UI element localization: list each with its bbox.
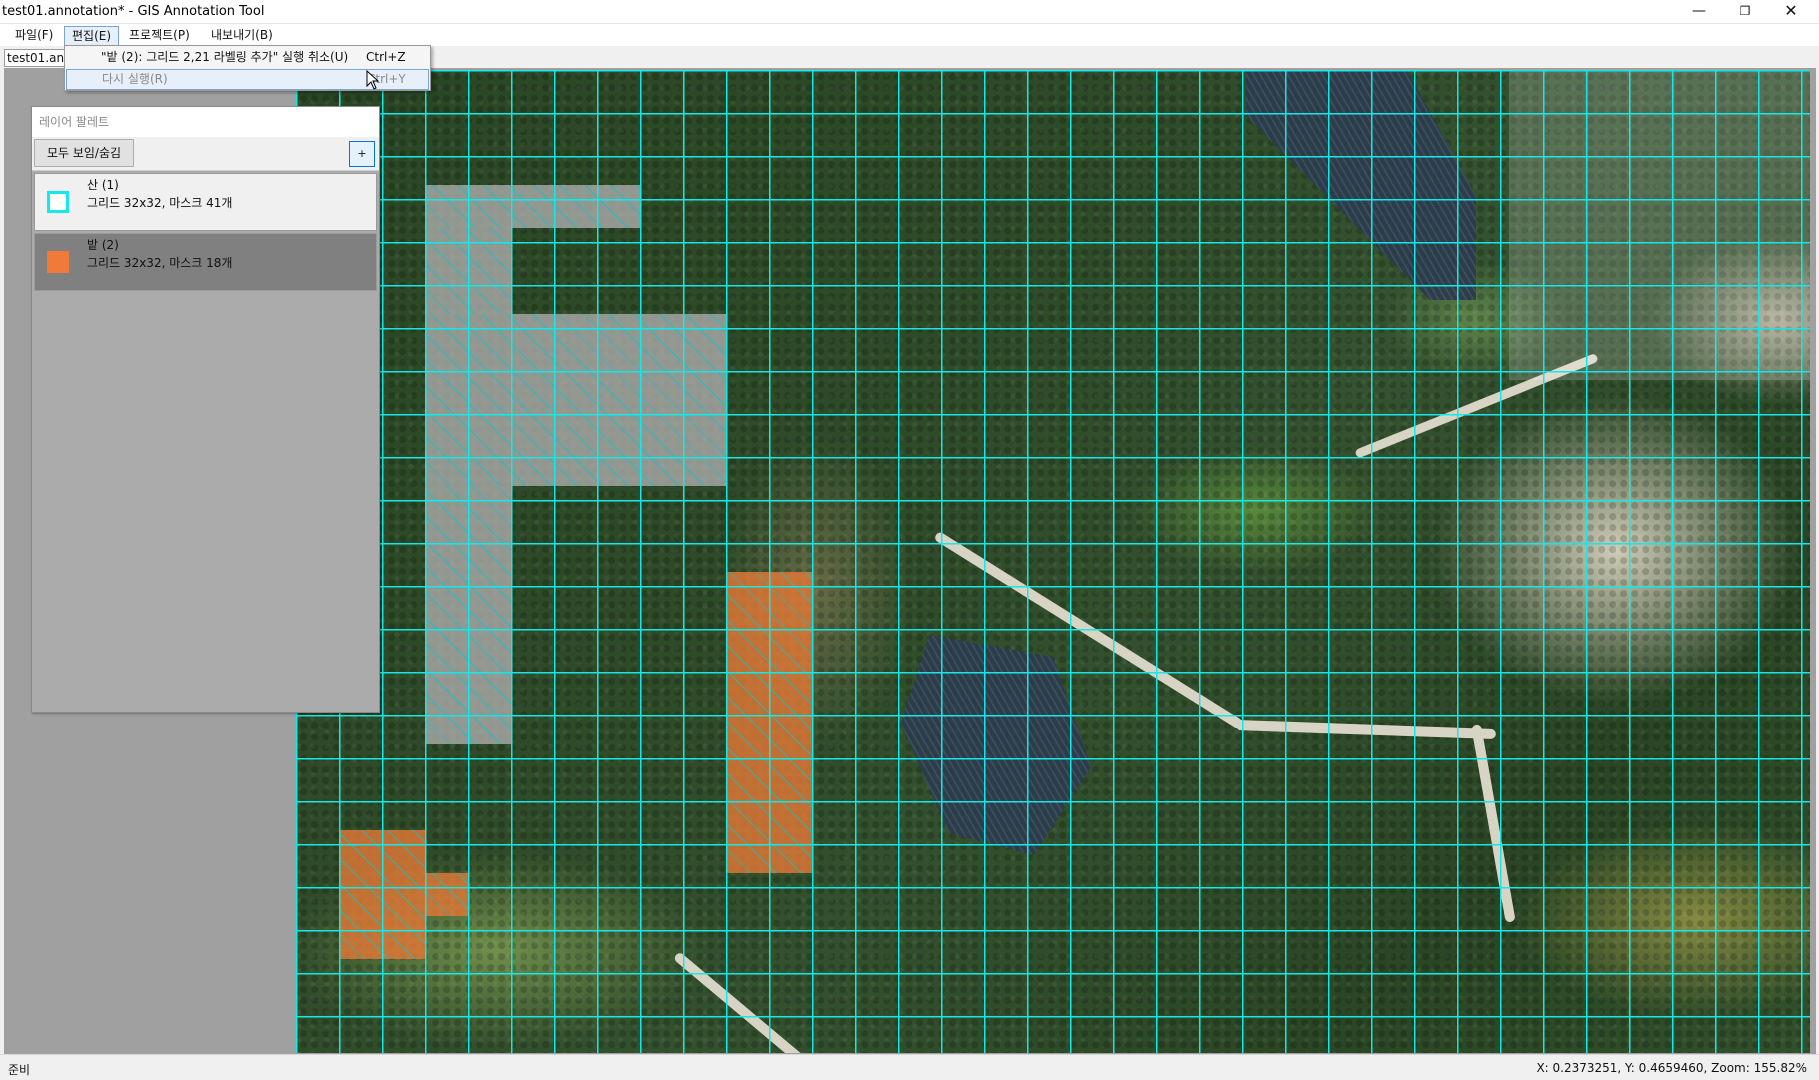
layer-description: 그리드 32x32, 마스크 18개 <box>87 256 233 270</box>
layer-name: 밭 (2) <box>87 238 119 252</box>
layer-color-swatch[interactable] <box>47 251 69 273</box>
undo-menu-item[interactable]: "밭 (2): 그리드 2,21 라벨링 추가" 실행 취소(U) Ctrl+Z <box>66 47 429 68</box>
palette-title: 레이어 팔레트 <box>32 107 379 137</box>
status-text: 준비 <box>8 1063 31 1077</box>
undo-label: "밭 (2): 그리드 2,21 라벨링 추가" 실행 취소(U) <box>101 50 349 64</box>
coordinate-readout: X: 0.2373251, Y: 0.4659460, Zoom: 155.82… <box>1536 1061 1807 1075</box>
minimize-icon[interactable]: — <box>1676 0 1722 24</box>
layer-color-swatch[interactable] <box>47 191 69 213</box>
layer-name: 산 (1) <box>87 178 119 192</box>
status-bar: 준비 X: 0.2373251, Y: 0.4659460, Zoom: 155… <box>0 1054 1819 1080</box>
window-title: test01.annotation* - GIS Annotation Tool <box>2 4 265 19</box>
annotation-grid <box>296 70 1810 1053</box>
menu-edit[interactable]: 편집(E) <box>64 26 120 46</box>
toggle-all-visibility-button[interactable]: 모두 보임/숨김 <box>34 139 134 167</box>
add-layer-button[interactable]: + <box>349 141 375 167</box>
menu-bar: 파일(F) 편집(E) 프로젝트(P) 내보내기(B) <box>0 24 1819 46</box>
menu-project[interactable]: 프로젝트(P) <box>122 26 197 46</box>
undo-shortcut: Ctrl+Z <box>366 50 406 64</box>
map-canvas[interactable] <box>296 70 1810 1053</box>
mouse-cursor-icon <box>366 70 380 90</box>
layer-item-mountain[interactable]: 산 (1) 그리드 32x32, 마스크 41개 <box>34 173 377 231</box>
title-bar: test01.annotation* - GIS Annotation Tool… <box>0 0 1819 24</box>
redo-label: 다시 실행(R) <box>102 72 168 86</box>
menu-export[interactable]: 내보내기(B) <box>204 26 280 46</box>
palette-toolbar: 모두 보임/숨김 + <box>32 137 379 171</box>
layer-description: 그리드 32x32, 마스크 41개 <box>87 196 233 210</box>
maximize-icon[interactable]: ❐ <box>1722 0 1768 24</box>
layer-item-field[interactable]: 밭 (2) 그리드 32x32, 마스크 18개 <box>34 233 377 291</box>
close-icon[interactable]: ✕ <box>1768 0 1814 24</box>
layer-palette: 레이어 팔레트 모두 보임/숨김 + 산 (1) 그리드 32x32, 마스크 … <box>31 106 380 713</box>
menu-file[interactable]: 파일(F) <box>8 26 60 46</box>
